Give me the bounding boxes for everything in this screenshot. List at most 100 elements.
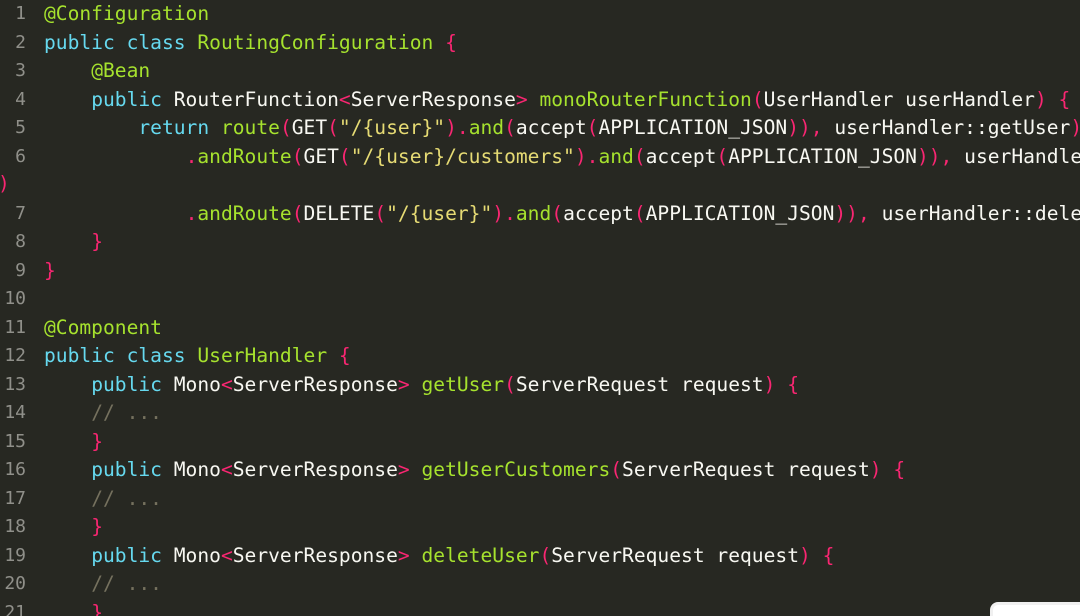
code-line[interactable]: 12 public class UserHandler {	[0, 342, 1080, 371]
code-line[interactable]: 21 }	[0, 599, 1080, 616]
code-line[interactable]: 9}	[0, 257, 1080, 286]
code-editor[interactable]: ) 1 @Configuration 2 public class RoutingCo…	[0, 0, 1080, 616]
code-token: // ...	[91, 401, 162, 424]
code-token: .	[185, 201, 198, 225]
code-token: userHandler::deleteUser	[881, 201, 1080, 225]
code-token: (	[586, 116, 599, 139]
code-token: }	[91, 230, 103, 253]
code-line[interactable]: 19 public Mono<ServerResponse> deleteUse…	[0, 542, 1080, 571]
line-number: 3	[15, 60, 26, 81]
code-token: )),	[834, 201, 882, 225]
code-token: (	[327, 116, 339, 139]
code-token: route	[220, 116, 280, 139]
code-text: @Configuration	[44, 0, 209, 29]
code-line[interactable]: 20 // ...	[0, 570, 1080, 599]
code-line[interactable]	[0, 171, 1080, 200]
code-token: "/{user}"	[338, 116, 446, 139]
code-token: getUserCustomers	[421, 458, 611, 481]
code-text: .andRoute(GET("/{user}/customers").and(a…	[44, 143, 1080, 172]
line-number: 13	[4, 373, 26, 395]
line-number: 1	[15, 3, 26, 24]
line-number: 10	[4, 288, 26, 309]
code-token: "/{user}/customers"	[350, 144, 575, 168]
code-line[interactable]: 7 .andRoute(DELETE("/{user}").and(accept…	[0, 200, 1080, 229]
code-token: RoutingConfiguration	[197, 30, 434, 54]
code-token: (	[633, 201, 646, 225]
code-token: GET	[303, 144, 339, 168]
code-token: and	[468, 116, 505, 139]
code-token: {	[433, 30, 457, 54]
code-token: (	[610, 458, 623, 481]
code-text: }	[44, 428, 103, 457]
code-token: public	[91, 543, 174, 567]
code-token: }	[44, 258, 56, 282]
code-token: // ...	[91, 486, 162, 510]
code-line[interactable]: 2 public class RoutingConfiguration {	[0, 29, 1080, 58]
code-text: public class RoutingConfiguration {	[44, 29, 457, 58]
code-token: <	[220, 543, 233, 567]
code-token: APPLICATION_JSON	[598, 116, 788, 139]
line-number: 11	[4, 316, 26, 338]
code-token: ).	[492, 201, 516, 225]
code-text: // ...	[44, 399, 162, 428]
line-number: 6	[15, 145, 26, 167]
code-token: )	[1070, 116, 1080, 139]
code-line[interactable]: 15 }	[0, 428, 1080, 457]
code-token: (	[539, 543, 552, 567]
code-text: }	[44, 513, 103, 542]
code-token: public	[91, 458, 174, 481]
code-token: userHandler::getUser	[834, 116, 1071, 139]
code-token: ).	[574, 144, 599, 168]
code-token: >	[515, 87, 540, 111]
code-line[interactable]: 16 public Mono<ServerResponse> getUserCu…	[0, 456, 1080, 485]
code-token: <	[220, 372, 233, 396]
line-number: 8	[15, 231, 26, 252]
code-token: ServerResponse	[232, 458, 398, 481]
code-text: }	[44, 228, 103, 257]
code-text: @Bean	[44, 57, 150, 86]
code-line[interactable]: 13 public Mono<ServerResponse> getUser(S…	[0, 371, 1080, 400]
line-number: 18	[4, 516, 26, 537]
code-token: ).	[445, 116, 469, 139]
line-number: 19	[4, 544, 26, 566]
code-text: @Component	[44, 314, 162, 343]
code-line[interactable]: 1 @Configuration	[0, 0, 1080, 29]
line-number: 4	[15, 88, 26, 110]
code-token: ) {	[799, 543, 835, 567]
code-line[interactable]: 17 // ...	[0, 485, 1080, 514]
line-number: 5	[15, 117, 26, 138]
code-token: (	[279, 116, 292, 139]
code-token: and	[515, 201, 552, 225]
code-token: )),	[787, 116, 835, 139]
code-line[interactable]: 4 public RouterFunction<ServerResponse> …	[0, 86, 1080, 115]
code-token: }	[91, 515, 103, 538]
code-token: return	[138, 116, 221, 139]
code-line[interactable]: 18 }	[0, 513, 1080, 542]
code-token: @Configuration	[44, 2, 210, 25]
code-token: ServerRequest request	[622, 458, 870, 481]
code-text: // ...	[44, 570, 162, 599]
code-line[interactable]: 10	[0, 285, 1080, 314]
line-number: 21	[4, 601, 26, 616]
code-token: (	[751, 87, 764, 111]
code-token: accept	[563, 201, 634, 225]
code-line[interactable]: 6 .andRoute(GET("/{user}/customers").and…	[0, 143, 1080, 172]
code-token: (	[291, 201, 304, 225]
code-line[interactable]: 11 @Component	[0, 314, 1080, 343]
code-line[interactable]: 14 // ...	[0, 399, 1080, 428]
code-token: accept	[645, 144, 717, 168]
code-line[interactable]: 3 @Bean	[0, 57, 1080, 86]
code-token: UserHandler	[197, 344, 328, 367]
code-token: ServerResponse	[232, 543, 398, 567]
code-line[interactable]: 8 }	[0, 228, 1080, 257]
code-token: accept	[515, 116, 587, 139]
code-line[interactable]: 5 return route(GET("/{user}").and(accept…	[0, 114, 1080, 143]
